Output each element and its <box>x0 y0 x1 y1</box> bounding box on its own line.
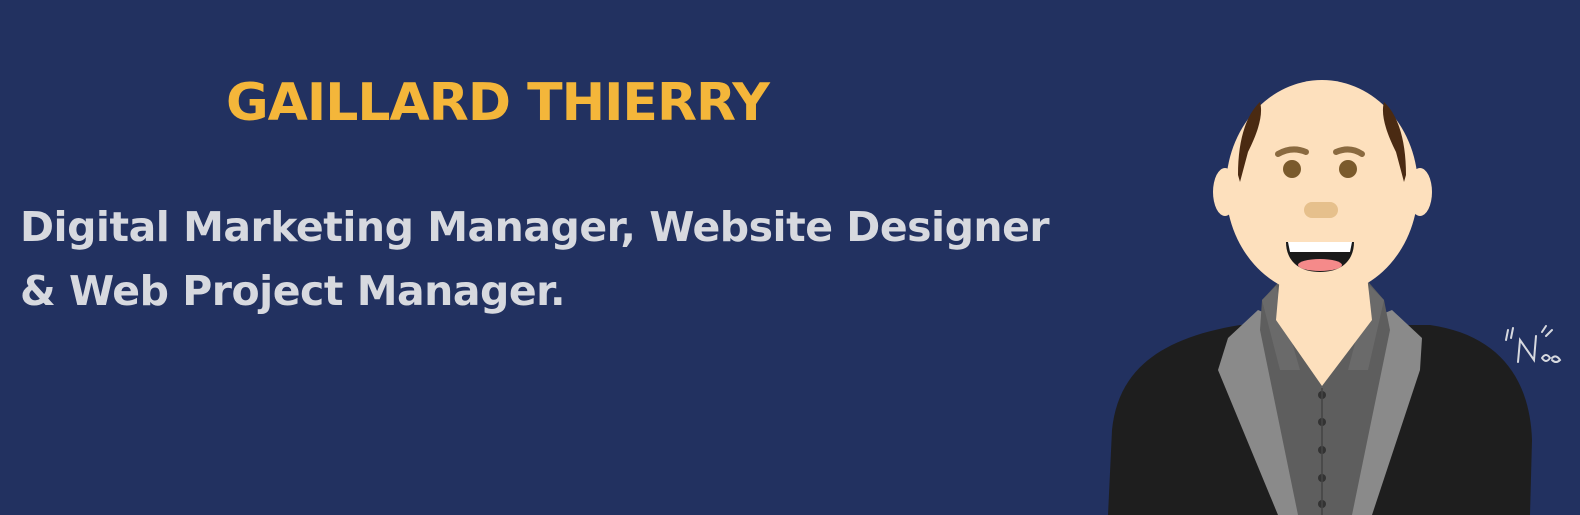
profile-tagline: Digital Marketing Manager, Website Desig… <box>20 195 1050 323</box>
eye-left <box>1283 160 1301 178</box>
tagline-line-1: Digital Marketing Manager, Website Desig… <box>20 203 1050 251</box>
eye-right <box>1339 160 1357 178</box>
tagline-line-2: & Web Project Manager. <box>20 267 566 315</box>
profile-name: GAILLARD THIERRY <box>226 73 770 133</box>
nose <box>1304 202 1338 218</box>
profile-banner: GAILLARD THIERRY Digital Marketing Manag… <box>0 0 1580 515</box>
cartoon-avatar-icon <box>1108 80 1532 515</box>
signature-icon <box>1505 325 1562 363</box>
